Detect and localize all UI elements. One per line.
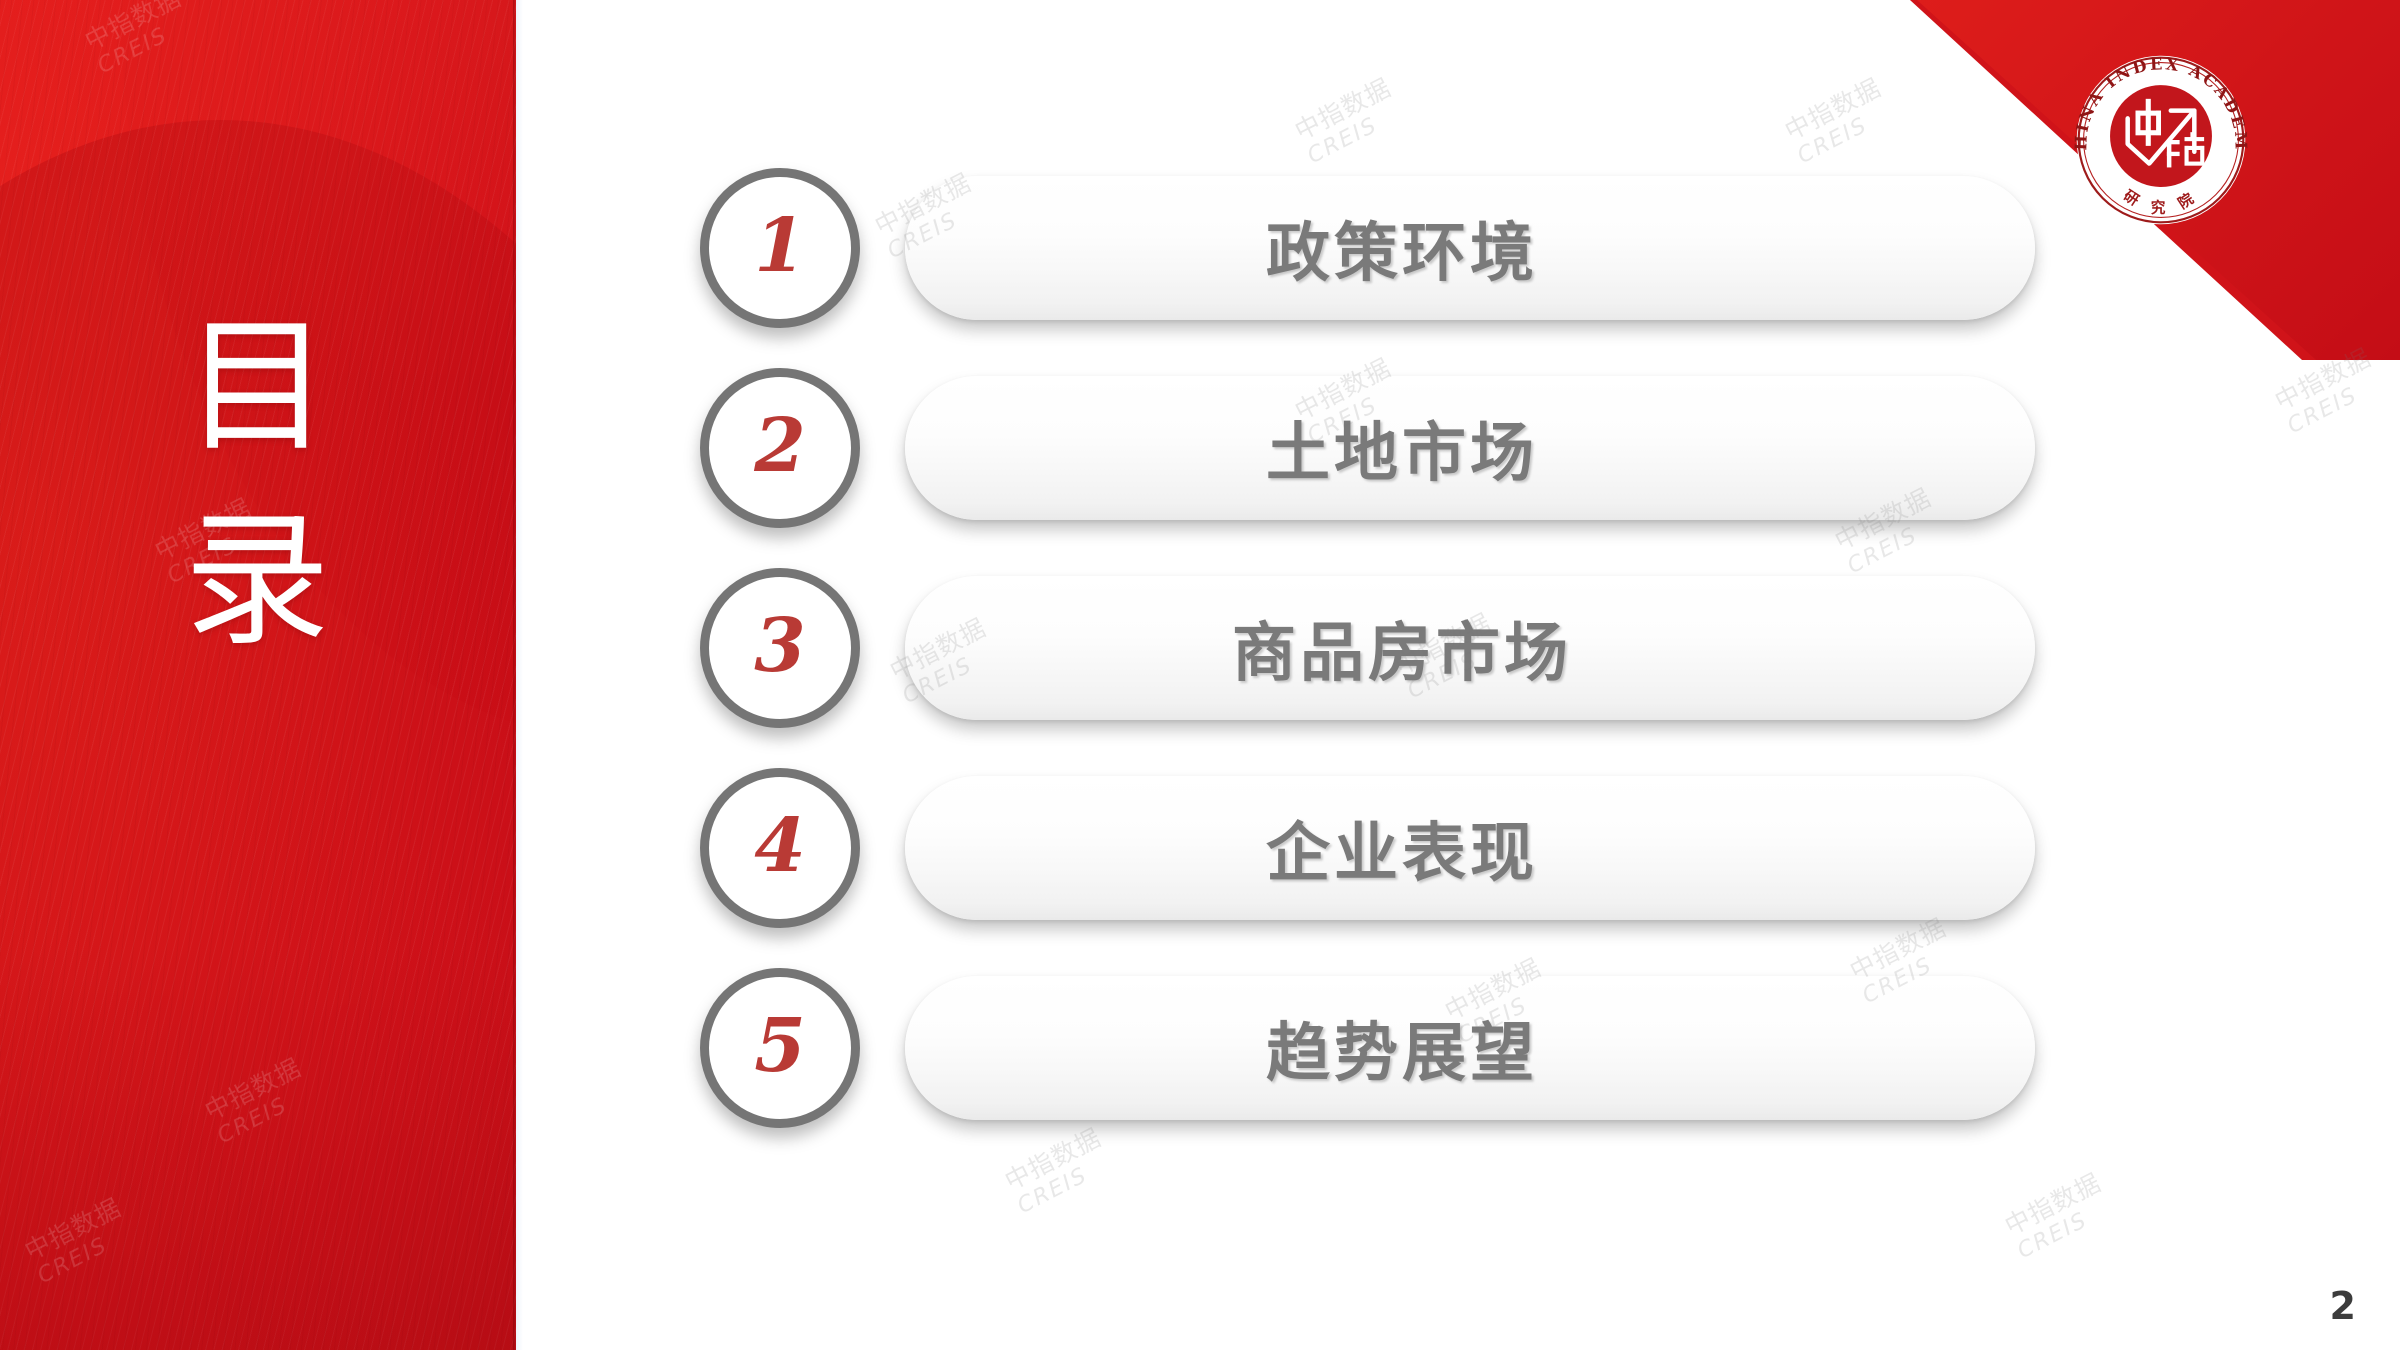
toc-pill-3[interactable]: 商品房市场 — [905, 576, 2035, 720]
toc-number-circle-3[interactable]: 3 — [700, 568, 860, 728]
toc-row-5[interactable]: 趋势展望 5 — [700, 968, 2040, 1128]
toc-pill-4[interactable]: 企业表现 — [905, 776, 2035, 920]
toc-row-4[interactable]: 企业表现 4 — [700, 768, 2040, 928]
toc-pill-5[interactable]: 趋势展望 — [905, 976, 2035, 1120]
toc-number-circle-4[interactable]: 4 — [700, 768, 860, 928]
toc-number-2: 2 — [754, 403, 806, 489]
slide-root: 目 录 中指数据 CREIS 中指数据 CREIS 中指数据 CREIS 中指数… — [0, 0, 2400, 1350]
toc-label-1: 政策环境 — [1266, 217, 1538, 291]
toc-label-3: 商品房市场 — [1232, 617, 1572, 691]
toc-label-2: 土地市场 — [1266, 417, 1538, 491]
toc-row-3[interactable]: 商品房市场 3 — [700, 568, 2040, 728]
toc-label-5: 趋势展望 — [1266, 1017, 1538, 1091]
toc-number-5: 5 — [754, 1003, 806, 1089]
toc-number-circle-5[interactable]: 5 — [700, 968, 860, 1128]
toc-pill-2[interactable]: 土地市场 — [905, 376, 2035, 520]
toc-number-1: 1 — [754, 203, 806, 289]
toc-number-4: 4 — [754, 803, 806, 889]
toc-list: 政策环境 1 土地市场 2 商品房市场 3 企业表现 4 趋势展望 5 — [0, 0, 2400, 1350]
toc-number-circle-2[interactable]: 2 — [700, 368, 860, 528]
toc-number-3: 3 — [754, 603, 806, 689]
toc-pill-1[interactable]: 政策环境 — [905, 176, 2035, 320]
toc-label-4: 企业表现 — [1266, 817, 1538, 891]
toc-row-2[interactable]: 土地市场 2 — [700, 368, 2040, 528]
toc-row-1[interactable]: 政策环境 1 — [700, 168, 2040, 328]
page-number: 2 — [2329, 1284, 2356, 1328]
toc-number-circle-1[interactable]: 1 — [700, 168, 860, 328]
